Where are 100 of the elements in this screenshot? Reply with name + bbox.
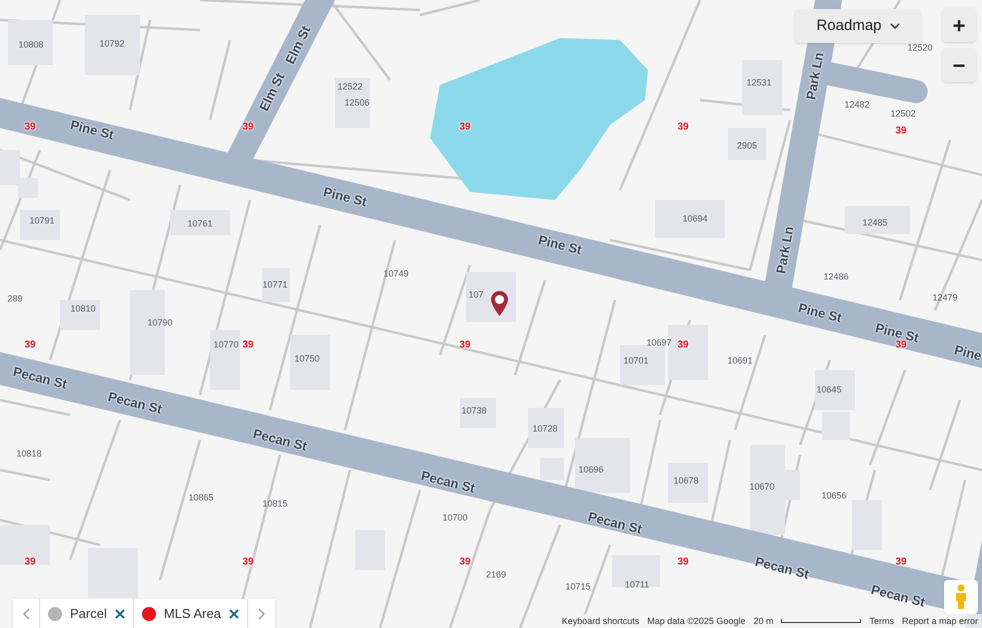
- street-label: Pecan St: [11, 362, 69, 394]
- remove-layer-button[interactable]: [114, 608, 125, 618]
- parcel-number: 10700: [442, 511, 468, 524]
- building-footprint: [852, 500, 882, 550]
- street-label: Park Ln: [802, 50, 828, 102]
- parcel-number: 12502: [890, 107, 916, 120]
- keyboard-shortcuts-link[interactable]: Keyboard shortcuts: [562, 616, 640, 626]
- parcel-number: 107: [468, 288, 484, 302]
- parcel-number: 10696: [578, 463, 604, 476]
- street-label: Pine St: [796, 299, 844, 328]
- chevron-left-icon: [22, 608, 30, 620]
- parcel-number: 12522: [337, 80, 363, 94]
- mls-area-label: 39: [459, 338, 471, 352]
- parcel-number: 12506: [344, 96, 370, 110]
- street-label: Pine St: [536, 231, 584, 260]
- mls-area-label: 39: [677, 556, 689, 570]
- building-footprint: [210, 330, 240, 390]
- building-footprint: [742, 60, 782, 115]
- parcel-number: 10715: [565, 580, 591, 594]
- parcel-number: 12482: [844, 98, 870, 112]
- street-label: Pecan St: [586, 508, 644, 539]
- parcel-number: 10711: [624, 578, 650, 592]
- parcel-number: 10791: [29, 214, 55, 228]
- street-label: Park Ln: [772, 224, 798, 276]
- building-footprint: [540, 458, 564, 480]
- map-pin-icon[interactable]: [491, 291, 508, 316]
- parcel-number: 2905: [736, 139, 758, 152]
- parcel-number: 12486: [823, 270, 849, 284]
- report-error-link[interactable]: Report a map error: [902, 616, 978, 626]
- zoom-in-button[interactable]: +: [942, 8, 976, 42]
- terms-link[interactable]: Terms: [869, 616, 894, 626]
- parcel-number: 289: [7, 292, 23, 306]
- building-footprint: [528, 408, 564, 448]
- parcel-number: 10728: [532, 422, 558, 436]
- parcel-number: 10865: [188, 491, 214, 504]
- street-label: Pecan St: [419, 466, 477, 498]
- street-label: Pine: [952, 341, 982, 366]
- map-data-text: Map data ©2025 Google: [647, 616, 746, 626]
- parcel-number: 10678: [673, 474, 699, 488]
- parcel-number: 10645: [816, 383, 842, 396]
- parcel-number: 12520: [907, 41, 933, 54]
- chevron-down-icon: [890, 23, 900, 29]
- zoom-out-button[interactable]: −: [942, 48, 976, 82]
- parcel-number: 10691: [727, 354, 753, 368]
- parcel-number: 10808: [18, 38, 44, 52]
- mls-area-label: 39: [677, 338, 689, 352]
- parcel-number: 10815: [262, 497, 288, 510]
- building-footprint: [0, 525, 50, 565]
- building-footprint: [170, 210, 230, 235]
- building-footprint: [845, 206, 910, 234]
- chevron-right-icon: [258, 608, 265, 620]
- mls-area-label: 39: [242, 556, 254, 570]
- street-label: Pecan St: [251, 424, 309, 456]
- street-label: Elm St: [255, 70, 288, 114]
- parcel-number: 10738: [461, 404, 487, 418]
- parcel-number: 10670: [749, 480, 775, 494]
- legend-label: Parcel: [70, 604, 107, 623]
- parcel-number: 2169: [486, 568, 506, 582]
- building-footprint: [85, 15, 140, 75]
- parcel-number: 10701: [623, 354, 649, 368]
- person-icon: [953, 584, 969, 610]
- remove-layer-button[interactable]: [228, 608, 239, 618]
- building-footprint: [620, 345, 665, 385]
- legend-label: MLS Area: [164, 604, 221, 623]
- mls-area-label: 39: [24, 120, 36, 134]
- mls-area-label: 39: [895, 124, 907, 138]
- building-footprint: [822, 412, 850, 440]
- parcel-number: 12485: [862, 216, 888, 230]
- mls-area-label: 39: [459, 556, 471, 570]
- mls-area-label: 39: [24, 556, 36, 570]
- scale-text: 20 m: [753, 616, 774, 626]
- building-footprint: [262, 268, 290, 302]
- street-label: Pine St: [321, 183, 369, 212]
- parcel-number: 10749: [383, 267, 409, 280]
- parcel-number: 10770: [213, 338, 239, 352]
- building-footprint: [815, 370, 855, 410]
- parcel-number: 12531: [746, 76, 772, 90]
- street-label: Elm St: [281, 22, 314, 68]
- mls-area-label: 39: [24, 338, 36, 352]
- building-footprint: [290, 335, 330, 390]
- map-type-dropdown[interactable]: Roadmap: [795, 9, 921, 43]
- parcel-number: 10818: [16, 447, 42, 460]
- street-label: Pecan St: [869, 580, 927, 612]
- parcel-number: 10790: [147, 316, 173, 330]
- parcel-number: 12479: [932, 291, 958, 304]
- mls-area-label: 39: [242, 338, 254, 352]
- building-footprint: [60, 300, 100, 330]
- parcel-number: 10694: [682, 212, 708, 226]
- close-icon: [228, 608, 239, 618]
- parcel-number: 10697: [646, 336, 672, 350]
- mls-area-label: 39: [895, 340, 907, 352]
- mls-area-label: 39: [459, 120, 471, 134]
- parcel-number: 10792: [99, 37, 125, 50]
- mls-area-label: 39: [242, 120, 254, 134]
- parcel-number: 10771: [262, 278, 288, 292]
- mls-area-label: 39: [677, 120, 689, 134]
- building-footprint: [8, 20, 53, 65]
- mls-area-label: 39: [895, 556, 907, 570]
- street-label: Pine St: [68, 116, 116, 144]
- parcel-number: 10750: [294, 352, 320, 366]
